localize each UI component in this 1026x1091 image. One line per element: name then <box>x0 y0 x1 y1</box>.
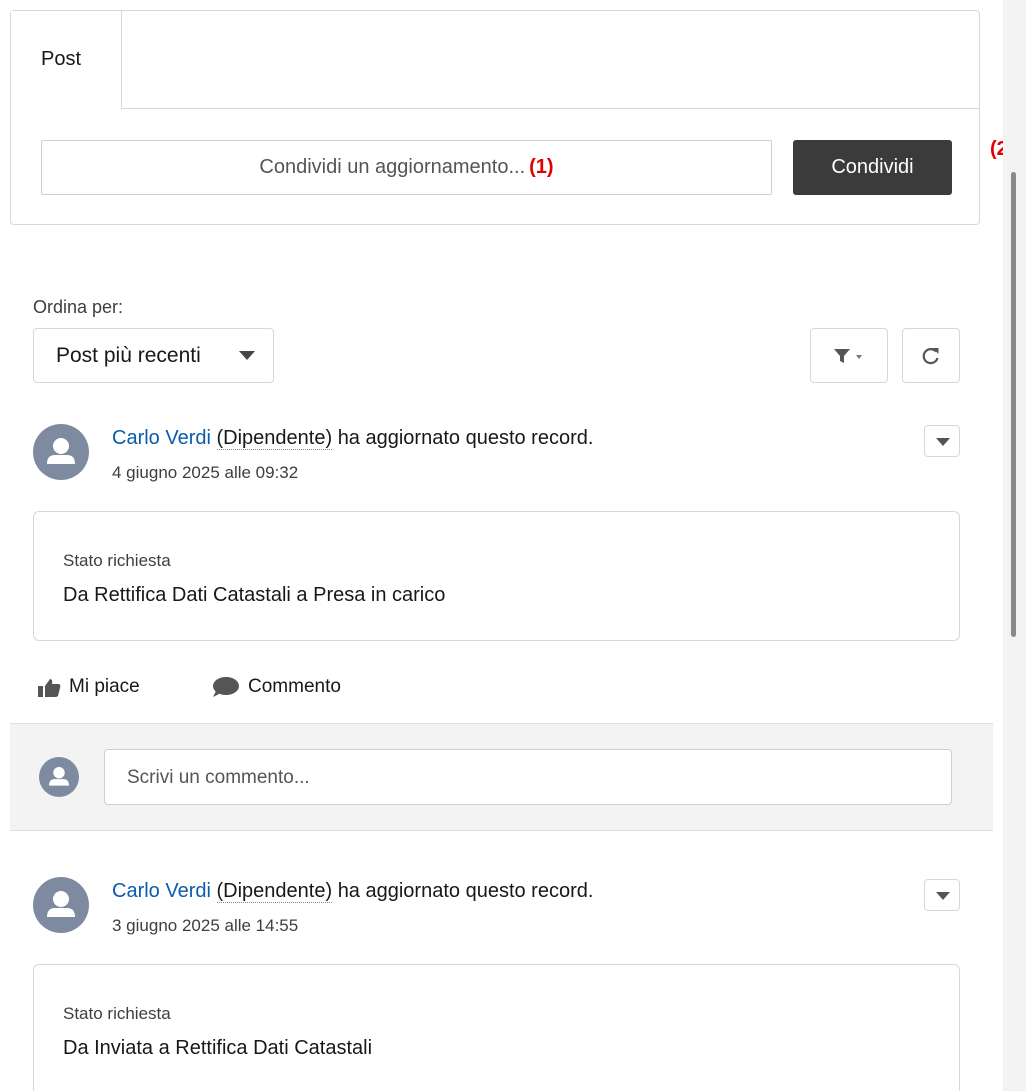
annotation-marker-1: (1) <box>529 156 554 178</box>
field-value: Da Rettifica Dati Catastali a Presa in c… <box>63 584 446 606</box>
field-label: Stato richiesta <box>63 551 171 570</box>
author-role[interactable]: (Dipendente) <box>216 880 333 903</box>
publisher-tab-bar: Post <box>11 11 979 110</box>
comment-button[interactable]: Commento <box>210 676 341 698</box>
user-icon <box>49 767 69 786</box>
sort-selected-value: Post più recenti <box>56 344 201 367</box>
timestamp[interactable]: 4 giugno 2025 alle 09:32 <box>112 463 298 483</box>
field-change-card: Stato richiesta Da Inviata a Rettifica D… <box>33 964 960 1091</box>
filter-button[interactable] <box>810 328 888 383</box>
field-value: Da Inviata a Rettifica Dati Catastali <box>63 1037 373 1059</box>
scrollbar-thumb[interactable] <box>1011 172 1016 637</box>
field-change-card: Stato richiesta Da Rettifica Dati Catast… <box>33 511 960 641</box>
tab-post[interactable]: Post <box>11 11 122 110</box>
share-button[interactable]: Condividi <box>793 140 952 195</box>
avatar[interactable] <box>33 877 89 933</box>
author-role[interactable]: (Dipendente) <box>216 427 333 450</box>
sort-select[interactable]: Post più recenti <box>33 328 274 383</box>
chevron-down-icon <box>239 351 255 360</box>
comment-area: Scrivi un commento... <box>10 723 993 831</box>
filter-icon <box>834 348 862 363</box>
like-button[interactable]: Mi piace <box>37 676 140 698</box>
feed-action-text: ha aggiornato questo record. <box>337 427 594 449</box>
share-update-input[interactable]: Condividi un aggiornamento... (1) <box>41 140 772 195</box>
comment-icon <box>213 677 239 697</box>
author-link[interactable]: Carlo Verdi <box>112 427 211 449</box>
field-label: Stato richiesta <box>63 1004 171 1023</box>
chevron-down-icon <box>936 892 950 900</box>
thumbs-up-icon <box>38 679 61 697</box>
feed-action-text: ha aggiornato questo record. <box>337 880 594 902</box>
avatar <box>39 757 79 797</box>
user-icon <box>47 891 75 917</box>
refresh-icon <box>922 347 939 364</box>
chevron-down-icon <box>936 438 950 446</box>
comment-input[interactable]: Scrivi un commento... <box>104 749 952 805</box>
item-menu-button[interactable] <box>924 425 960 457</box>
feed-item-header: Carlo Verdi (Dipendente) ha aggiornato q… <box>112 427 593 450</box>
timestamp[interactable]: 3 giugno 2025 alle 14:55 <box>112 916 298 936</box>
feed-item-header: Carlo Verdi (Dipendente) ha aggiornato q… <box>112 880 593 903</box>
author-link[interactable]: Carlo Verdi <box>112 880 211 902</box>
sort-label: Ordina per: <box>33 297 124 317</box>
avatar[interactable] <box>33 424 89 480</box>
like-label: Mi piace <box>69 676 140 697</box>
refresh-button[interactable] <box>902 328 960 383</box>
publisher-card: Post Condividi un aggiornamento... (1) Co… <box>10 10 980 225</box>
share-update-placeholder: Condividi un aggiornamento... <box>259 156 526 178</box>
user-icon <box>47 438 75 464</box>
comment-label: Commento <box>248 676 341 697</box>
item-menu-button[interactable] <box>924 879 960 911</box>
